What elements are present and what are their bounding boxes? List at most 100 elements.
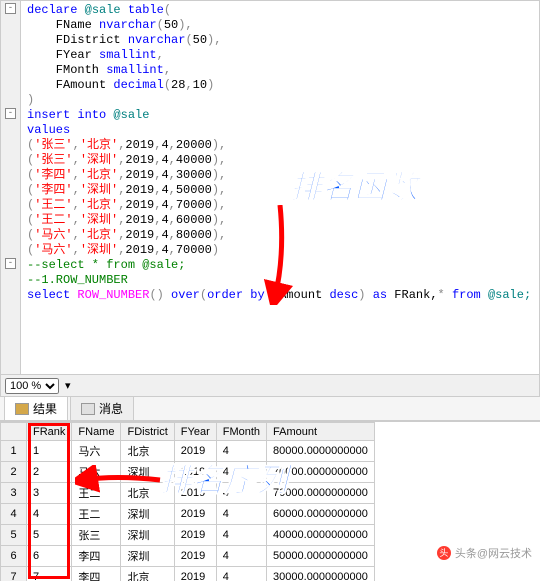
- cell[interactable]: 4: [216, 567, 266, 581]
- cell[interactable]: 王二: [72, 483, 121, 504]
- table-row[interactable]: 55张三深圳2019440000.0000000000: [1, 525, 375, 546]
- cell[interactable]: 2019: [174, 483, 216, 504]
- column-header[interactable]: FRank: [27, 423, 72, 441]
- table-row[interactable]: 44王二深圳2019460000.0000000000: [1, 504, 375, 525]
- row-number[interactable]: 2: [1, 462, 27, 483]
- cell[interactable]: 北京: [121, 441, 174, 462]
- cell[interactable]: 2019: [174, 546, 216, 567]
- row-number[interactable]: 5: [1, 525, 27, 546]
- code-line[interactable]: --select * from @sale;: [27, 258, 535, 273]
- cell[interactable]: 4: [27, 504, 72, 525]
- cell[interactable]: 50000.0000000000: [267, 546, 375, 567]
- cell[interactable]: 2019: [174, 525, 216, 546]
- row-number[interactable]: 7: [1, 567, 27, 581]
- zoom-dash: ▾: [65, 379, 71, 393]
- cell[interactable]: 7: [27, 567, 72, 581]
- table-row[interactable]: 33王二北京2019470000.0000000000: [1, 483, 375, 504]
- cell[interactable]: 30000.0000000000: [267, 567, 375, 581]
- cell[interactable]: 4: [216, 546, 266, 567]
- code-line[interactable]: select ROW_NUMBER() over(order by FAmoun…: [27, 288, 535, 303]
- cell[interactable]: 深圳: [121, 546, 174, 567]
- code-line[interactable]: FAmount decimal(28,10): [27, 78, 535, 93]
- table-row[interactable]: 66李四深圳2019450000.0000000000: [1, 546, 375, 567]
- cell[interactable]: 张三: [72, 525, 121, 546]
- watermark-text: 头条@网云技术: [455, 545, 532, 561]
- results-grid[interactable]: FRankFNameFDistrictFYearFMonthFAmount11马…: [0, 422, 375, 581]
- code-line[interactable]: ('李四','北京',2019,4,30000),: [27, 168, 535, 183]
- cell[interactable]: 北京: [121, 567, 174, 581]
- zoom-bar: 100 % ▾: [0, 375, 540, 397]
- code-line[interactable]: ('李四','深圳',2019,4,50000),: [27, 183, 535, 198]
- code-line[interactable]: FYear smallint,: [27, 48, 535, 63]
- code-line[interactable]: ('王二','北京',2019,4,70000),: [27, 198, 535, 213]
- cell[interactable]: 4: [216, 504, 266, 525]
- row-number[interactable]: 3: [1, 483, 27, 504]
- row-number[interactable]: 6: [1, 546, 27, 567]
- row-number[interactable]: 4: [1, 504, 27, 525]
- cell[interactable]: 60000.0000000000: [267, 504, 375, 525]
- code-area[interactable]: declare @sale table( FName nvarchar(50),…: [23, 1, 539, 305]
- column-header[interactable]: FAmount: [267, 423, 375, 441]
- cell[interactable]: 马六: [72, 441, 121, 462]
- code-line[interactable]: ('王二','深圳',2019,4,60000),: [27, 213, 535, 228]
- tab-messages[interactable]: 消息: [70, 396, 134, 420]
- result-tabs: 结果 消息: [0, 397, 540, 421]
- fold-toggle[interactable]: -: [5, 258, 16, 269]
- code-line[interactable]: declare @sale table(: [27, 3, 535, 18]
- cell[interactable]: 2019: [174, 504, 216, 525]
- cell[interactable]: 4: [216, 483, 266, 504]
- code-line[interactable]: ): [27, 93, 535, 108]
- cell[interactable]: 70000.0000000000: [267, 462, 375, 483]
- sql-editor-pane[interactable]: - - - declare @sale table( FName nvarchar(…: [0, 0, 540, 375]
- row-header-blank: [1, 423, 27, 441]
- table-row[interactable]: 11马六北京2019480000.0000000000: [1, 441, 375, 462]
- cell[interactable]: 2: [27, 462, 72, 483]
- column-header[interactable]: FMonth: [216, 423, 266, 441]
- code-line[interactable]: ('张三','北京',2019,4,20000),: [27, 138, 535, 153]
- code-line[interactable]: ('马六','深圳',2019,4,70000): [27, 243, 535, 258]
- code-line[interactable]: --1.ROW_NUMBER: [27, 273, 535, 288]
- cell[interactable]: 王二: [72, 504, 121, 525]
- column-header[interactable]: FYear: [174, 423, 216, 441]
- fold-toggle[interactable]: -: [5, 3, 16, 14]
- code-line[interactable]: ('马六','北京',2019,4,80000),: [27, 228, 535, 243]
- code-line[interactable]: insert into @sale: [27, 108, 535, 123]
- cell[interactable]: 深圳: [121, 525, 174, 546]
- code-line[interactable]: values: [27, 123, 535, 138]
- cell[interactable]: 深圳: [121, 462, 174, 483]
- fold-toggle[interactable]: -: [5, 108, 16, 119]
- editor-gutter: - - -: [1, 1, 21, 374]
- cell[interactable]: 1: [27, 441, 72, 462]
- cell[interactable]: 北京: [121, 483, 174, 504]
- table-row[interactable]: 22马六深圳2019470000.0000000000: [1, 462, 375, 483]
- cell[interactable]: 2019: [174, 567, 216, 581]
- cell[interactable]: 李四: [72, 546, 121, 567]
- cell[interactable]: 6: [27, 546, 72, 567]
- row-number[interactable]: 1: [1, 441, 27, 462]
- code-line[interactable]: FMonth smallint,: [27, 63, 535, 78]
- code-line[interactable]: ('张三','深圳',2019,4,40000),: [27, 153, 535, 168]
- grid-icon: [15, 403, 29, 415]
- code-line[interactable]: FDistrict nvarchar(50),: [27, 33, 535, 48]
- cell[interactable]: 5: [27, 525, 72, 546]
- cell[interactable]: 80000.0000000000: [267, 441, 375, 462]
- code-line[interactable]: FName nvarchar(50),: [27, 18, 535, 33]
- cell[interactable]: 70000.0000000000: [267, 483, 375, 504]
- cell[interactable]: 40000.0000000000: [267, 525, 375, 546]
- cell[interactable]: 3: [27, 483, 72, 504]
- cell[interactable]: 2019: [174, 441, 216, 462]
- cell[interactable]: 深圳: [121, 504, 174, 525]
- tab-results[interactable]: 结果: [4, 396, 68, 420]
- column-header[interactable]: FDistrict: [121, 423, 174, 441]
- watermark: 头 头条@网云技术: [437, 545, 532, 561]
- cell[interactable]: 4: [216, 525, 266, 546]
- cell[interactable]: 马六: [72, 462, 121, 483]
- cell[interactable]: 2019: [174, 462, 216, 483]
- cell[interactable]: 李四: [72, 567, 121, 581]
- column-header[interactable]: FName: [72, 423, 121, 441]
- zoom-select[interactable]: 100 %: [5, 378, 59, 394]
- cell[interactable]: 4: [216, 462, 266, 483]
- cell[interactable]: 4: [216, 441, 266, 462]
- tab-results-label: 结果: [33, 400, 57, 417]
- table-row[interactable]: 77李四北京2019430000.0000000000: [1, 567, 375, 581]
